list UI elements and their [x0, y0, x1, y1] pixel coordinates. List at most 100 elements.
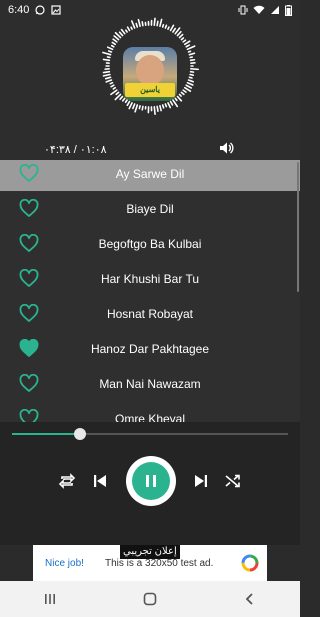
track-row[interactable]: Begoftgo Ba Kulbai — [0, 226, 300, 261]
battery-icon — [285, 4, 292, 16]
visualizer-bar — [104, 76, 112, 80]
recent-apps-button[interactable] — [38, 587, 62, 611]
visualizer-bar — [113, 35, 120, 41]
visualizer-bar — [180, 37, 185, 41]
track-name: Biaye Dil — [126, 201, 174, 216]
visualizer-bar — [169, 24, 175, 32]
track-name: Man Nai Nawazam — [99, 376, 201, 391]
visualizer-bar — [161, 104, 165, 109]
visualizer-bar — [164, 103, 168, 108]
visualizer-bar — [186, 45, 196, 51]
heart-outline-icon[interactable] — [19, 374, 39, 393]
track-row[interactable]: Ay Sarwe Dil — [0, 160, 300, 191]
visualizer-bar — [182, 39, 187, 43]
heart-outline-icon[interactable] — [19, 304, 39, 323]
seek-bar[interactable] — [12, 428, 288, 440]
status-bar: 6:40 — [0, 0, 300, 20]
now-playing-panel: ياسين ۰۴:۳۸ / ۰۱:۰۸ — [0, 0, 300, 160]
visualizer-bar — [169, 100, 174, 106]
shuffle-icon[interactable] — [224, 472, 242, 490]
album-art: ياسين — [123, 47, 177, 101]
visualizer-bar — [106, 56, 111, 59]
track-name: Hosnat Robayat — [106, 306, 194, 321]
visualizer-bar — [176, 30, 182, 37]
visualizer-bar — [180, 91, 185, 96]
seek-bar-thumb[interactable] — [73, 428, 86, 440]
visualizer-bar — [153, 105, 156, 115]
status-time: 6:40 — [8, 4, 30, 16]
visualizer-bar — [102, 58, 111, 62]
visualizer-bar — [119, 95, 124, 101]
album-art-title: ياسين — [125, 83, 175, 97]
repeat-icon[interactable] — [58, 472, 76, 490]
ad-headline[interactable]: Nice job! — [33, 558, 105, 569]
home-icon — [143, 592, 157, 606]
track-name: Ay Sarwe Dil — [115, 166, 185, 181]
visualizer-bar — [185, 44, 191, 48]
system-navigation-bar — [0, 581, 300, 617]
visualizer-bar — [185, 84, 193, 89]
track-row[interactable]: Man Nai Nawazam — [0, 366, 300, 401]
ad-body-text[interactable]: This is a 320x50 test ad. — [105, 558, 213, 569]
track-row[interactable]: Hanoz Dar Pakhtagee — [0, 331, 300, 366]
heart-filled-icon[interactable] — [19, 339, 39, 358]
visualizer-bar — [110, 84, 115, 88]
visualizer-bar — [102, 70, 111, 74]
visualizer-bar — [106, 46, 114, 51]
visualizer-bar — [112, 38, 118, 43]
track-row[interactable]: Hosnat Robayat — [0, 296, 300, 331]
scrollbar-thumb[interactable] — [297, 162, 299, 292]
back-button[interactable] — [238, 587, 262, 611]
visualizer-bar — [161, 23, 165, 28]
visualizer-bar — [128, 102, 133, 110]
visualizer-bar — [164, 24, 168, 29]
track-row[interactable]: Omre Kheyal — [0, 401, 300, 422]
visualizer-bar — [115, 91, 120, 96]
back-icon — [245, 593, 253, 605]
volume-icon[interactable] — [218, 140, 234, 156]
visualizer-bar — [107, 50, 113, 53]
visualizer-bar — [121, 97, 126, 102]
visualizer-bar — [109, 81, 114, 85]
heart-outline-icon[interactable] — [19, 269, 39, 288]
visualizer-bar — [111, 41, 117, 46]
visualizer-bar — [156, 20, 159, 27]
visualizer-bar — [137, 18, 141, 28]
visualizer-bar — [167, 26, 170, 30]
visualizer-bar — [189, 58, 196, 62]
track-row[interactable]: Har Khushi Bar Tu — [0, 261, 300, 296]
visualizer-bar — [188, 76, 193, 79]
visualizer-bar — [141, 21, 144, 27]
previous-icon[interactable] — [91, 472, 109, 490]
visualizer-bar — [183, 40, 191, 46]
time-readout: ۰۴:۳۸ / ۰۱:۰۸ — [44, 144, 107, 156]
home-button[interactable] — [138, 587, 162, 611]
visualizer-bar — [135, 22, 139, 28]
visualizer-bar — [132, 103, 136, 110]
visualizer-bar — [186, 81, 194, 86]
heart-outline-icon[interactable] — [19, 199, 39, 218]
heart-outline-icon[interactable] — [19, 409, 39, 422]
visualizer-bar — [167, 102, 172, 109]
track-list[interactable]: Ay Sarwe Dil Biaye Dil Begoftgo Ba Kulbai H… — [0, 160, 300, 422]
visualizer-bar — [102, 51, 112, 56]
visualizer-bar — [112, 86, 117, 90]
visualizer-bar — [172, 27, 177, 33]
visualizer-bar — [159, 104, 162, 112]
track-row[interactable]: Biaye Dil — [0, 191, 300, 226]
pause-icon — [146, 475, 156, 487]
visualizer-bar — [189, 73, 195, 76]
heart-outline-icon[interactable] — [19, 164, 39, 183]
recent-apps-icon — [45, 594, 55, 604]
vibrate-icon — [238, 5, 248, 15]
gallery-icon — [51, 5, 62, 15]
visualizer-bar — [183, 86, 192, 93]
visualizer-bar — [187, 79, 195, 83]
ad-logo-icon[interactable] — [241, 554, 259, 572]
pause-button[interactable] — [126, 456, 176, 506]
seek-bar-progress — [12, 433, 80, 435]
heart-outline-icon[interactable] — [19, 234, 39, 253]
next-icon[interactable] — [192, 472, 210, 490]
whatsapp-icon — [35, 5, 46, 15]
visualizer-bar — [178, 93, 182, 97]
